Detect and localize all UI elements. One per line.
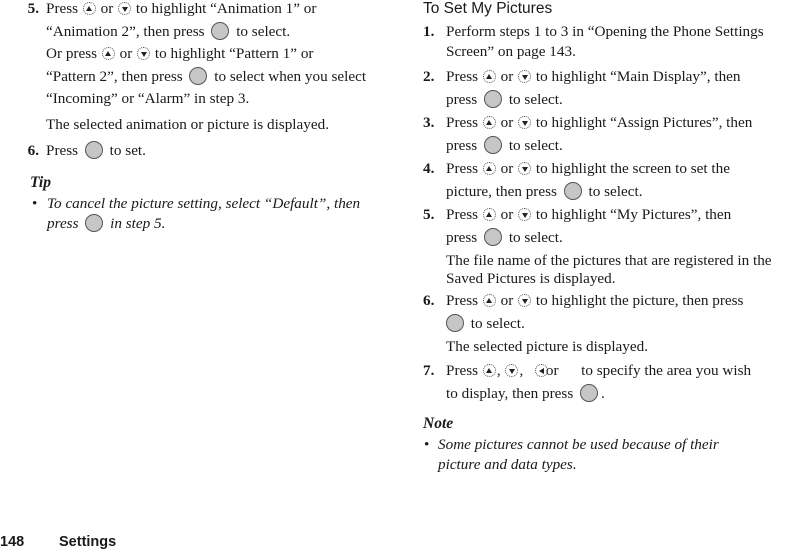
- right-column: To Set My Pictures 1. Perform steps 1 to…: [423, 0, 785, 475]
- nav-up-key-icon: [482, 208, 496, 221]
- step-line: “Incoming” or “Alarm” in step 3.: [46, 90, 250, 107]
- nav-down-key-icon: [518, 116, 532, 129]
- nav-up-key-icon: [482, 364, 496, 377]
- section-heading: To Set My Pictures: [423, 0, 553, 17]
- center-key-icon: [580, 383, 599, 402]
- center-key-icon: [446, 313, 464, 332]
- tip-bullet: • To cancel the picture setting, select …: [32, 195, 361, 232]
- center-key-icon: [484, 227, 503, 246]
- nav-down-key-icon: [137, 47, 151, 60]
- nav-down-key-icon: [518, 294, 532, 307]
- step-1: 1. Perform steps 1 to 3 in “Opening the …: [423, 23, 764, 60]
- step-line: “Pattern 2”, then press to select when y…: [46, 66, 367, 85]
- step-7: 7. Press , , or to specify the area you …: [423, 362, 752, 402]
- step-line: Press or to highlight “Animation 1” or: [46, 0, 317, 17]
- note-heading: Note: [423, 415, 454, 432]
- step-4: 4. Press or to highlight the screen to s…: [423, 160, 730, 200]
- nav-down-key-icon: [518, 162, 532, 175]
- nav-down-key-icon: [518, 70, 532, 83]
- step-5: 5. Press or to highlight “My Pictures”, …: [423, 204, 785, 288]
- step-line: Or press or to highlight “Pattern 1” or: [46, 45, 314, 62]
- left-column: 5. Press or to highlight “Animation 1” o…: [7, 0, 392, 234]
- step-5-animation: 5. Press or to highlight “Animation 1” o…: [7, 0, 392, 134]
- nav-up-key-icon: [482, 70, 496, 83]
- center-key-icon: [211, 21, 230, 40]
- nav-down-key-icon: [518, 208, 532, 221]
- nav-down-key-icon: [118, 2, 132, 15]
- nav-up-key-icon: [482, 294, 496, 307]
- step-result: The file name of the pictures that are r…: [446, 252, 772, 287]
- center-key-icon: [484, 135, 503, 154]
- step-2: 2. Press or to highlight “Main Display”,…: [423, 68, 741, 108]
- note-section: Note • Some pictures cannot be used beca…: [423, 415, 785, 475]
- nav-up-key-icon: [482, 162, 496, 175]
- tip-section: Tip • To cancel the picture setting, sel…: [7, 174, 392, 234]
- step-3: 3. Press or to highlight “Assign Picture…: [423, 114, 753, 154]
- center-key-icon: [189, 66, 208, 85]
- center-key-icon: [563, 181, 582, 200]
- tip-heading: Tip: [30, 174, 51, 191]
- step-6: 6. Press or to highlight the picture, th…: [423, 290, 785, 356]
- nav-left-key-icon: [535, 364, 549, 377]
- note-bullet: • Some pictures cannot be used because o…: [424, 436, 719, 473]
- step-6-set: 6. Press to set.: [7, 140, 392, 163]
- page-number: 148: [0, 534, 25, 550]
- nav-up-key-icon: [82, 2, 96, 15]
- step-result: The selected animation or picture is dis…: [46, 115, 329, 133]
- step-number: 6.: [27, 141, 39, 159]
- nav-down-key-icon: [505, 364, 519, 377]
- center-key-icon: [85, 214, 104, 232]
- nav-up-key-icon: [482, 116, 496, 129]
- nav-up-key-icon: [101, 47, 115, 60]
- center-key-icon: [84, 140, 103, 159]
- step-number: 5.: [27, 0, 39, 17]
- step-result: The selected picture is displayed.: [446, 338, 649, 355]
- section-name: Settings: [59, 534, 117, 550]
- center-key-icon: [484, 89, 503, 108]
- step-line: “Animation 2”, then press to select.: [46, 21, 291, 40]
